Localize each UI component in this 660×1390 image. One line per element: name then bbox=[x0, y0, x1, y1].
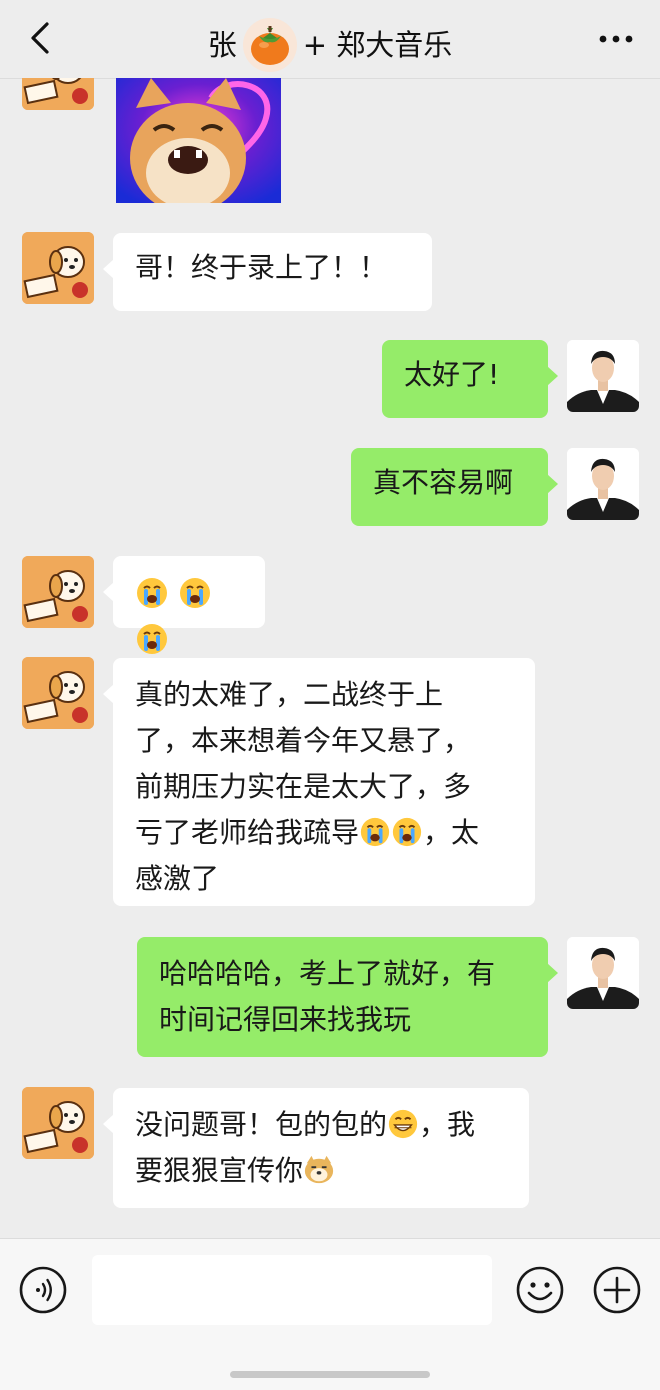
dog-avatar-icon bbox=[22, 556, 94, 628]
voice-icon bbox=[19, 1266, 67, 1314]
laughing-cat-sticker[interactable] bbox=[116, 78, 281, 203]
dog-avatar-icon bbox=[22, 657, 94, 729]
contact-avatar[interactable] bbox=[22, 1087, 94, 1159]
grinning-emoji-icon bbox=[388, 1109, 418, 1139]
crying-emoji-icon bbox=[137, 624, 167, 654]
message-text: 太好了! bbox=[404, 358, 500, 391]
voice-button[interactable] bbox=[18, 1265, 68, 1315]
crying-emoji-icon bbox=[137, 578, 167, 608]
my-avatar[interactable] bbox=[567, 448, 639, 520]
person-avatar-icon bbox=[567, 448, 639, 520]
message-text-line: 要狠狠宣传你 bbox=[135, 1148, 507, 1194]
message-bubble-incoming[interactable]: 没问题哥！包的包的 ，我 要狠狠宣传你 bbox=[103, 1088, 529, 1208]
person-avatar-icon bbox=[567, 340, 639, 412]
crying-emoji-icon bbox=[360, 817, 390, 847]
message-bubble-incoming[interactable]: 真的太难了，二战终于上 了，本来想着今年又悬了， 前期压力实在是太大了，多 亏了… bbox=[103, 658, 535, 906]
message-text-segment: ，我 bbox=[419, 1108, 476, 1141]
chat-title: 张 + 郑大音乐 bbox=[0, 18, 660, 72]
persimmon-emoji-icon bbox=[242, 18, 297, 72]
message-text: 真不容易啊 bbox=[373, 466, 514, 499]
message-input[interactable] bbox=[92, 1255, 492, 1325]
message-bubble-outgoing[interactable]: 真不容易啊 bbox=[351, 448, 558, 526]
more-button[interactable] bbox=[594, 24, 638, 54]
dog-avatar-icon bbox=[22, 232, 94, 304]
more-functions-button[interactable] bbox=[592, 1265, 642, 1315]
dog-avatar-icon bbox=[22, 1087, 94, 1159]
contact-avatar[interactable] bbox=[22, 232, 94, 304]
home-indicator bbox=[230, 1371, 430, 1378]
message-text-line: 亏了老师给我疏导 ，太 bbox=[135, 810, 513, 856]
chat-title-suffix: + 郑大音乐 bbox=[302, 28, 453, 62]
chat-title-prefix: 张 bbox=[207, 28, 237, 62]
dog-avatar-icon bbox=[22, 78, 94, 110]
emoji-button[interactable] bbox=[515, 1265, 565, 1315]
message-text-segment: 要狠狠宣传你 bbox=[135, 1154, 304, 1187]
more-dots-icon bbox=[599, 35, 633, 43]
message-text-line: 前期压力实在是太大了，多 bbox=[135, 770, 472, 803]
message-text-line: 没问题哥！包的包的 ，我 bbox=[135, 1102, 507, 1148]
input-toolbar bbox=[0, 1238, 660, 1390]
contact-avatar[interactable] bbox=[22, 78, 94, 110]
my-avatar[interactable] bbox=[567, 937, 639, 1009]
message-text-line: 哈哈哈哈，考上了就好，有 bbox=[159, 957, 496, 990]
message-bubble-outgoing[interactable]: 太好了! bbox=[382, 340, 558, 418]
message-list[interactable]: 哥！终于录上了！！ 太好了! 真不容易啊 真的太难了，二战终于上 了，本来想着今… bbox=[0, 78, 660, 1238]
message-text-segment: 没问题哥！包的包的 bbox=[135, 1108, 388, 1141]
message-bubble-incoming[interactable] bbox=[103, 556, 265, 654]
contact-avatar[interactable] bbox=[22, 556, 94, 628]
person-avatar-icon bbox=[567, 937, 639, 1009]
message-text-line: 时间记得回来找我玩 bbox=[159, 1003, 412, 1036]
smiley-icon bbox=[516, 1266, 564, 1314]
chat-header: 张 + 郑大音乐 bbox=[0, 0, 660, 79]
plus-circle-icon bbox=[593, 1266, 641, 1314]
crying-emoji-icon bbox=[179, 578, 210, 608]
doge-emoji-icon bbox=[304, 1155, 334, 1184]
my-avatar[interactable] bbox=[567, 340, 639, 412]
message-bubble-incoming[interactable]: 哥！终于录上了！！ bbox=[103, 233, 432, 311]
message-text-segment: ，太 bbox=[423, 816, 480, 849]
contact-avatar[interactable] bbox=[22, 657, 94, 729]
message-text-line: 真的太难了，二战终于上 bbox=[135, 678, 444, 711]
message-text-line: 感激了 bbox=[135, 862, 220, 895]
crying-emoji-icon bbox=[392, 817, 422, 847]
message-text-segment: 亏了老师给我疏导 bbox=[135, 816, 360, 849]
message-text: 哥！终于录上了！！ bbox=[135, 251, 388, 284]
message-bubble-outgoing[interactable]: 哈哈哈哈，考上了就好，有 时间记得回来找我玩 bbox=[137, 937, 558, 1057]
message-text-line: 了，本来想着今年又悬了， bbox=[135, 724, 472, 757]
